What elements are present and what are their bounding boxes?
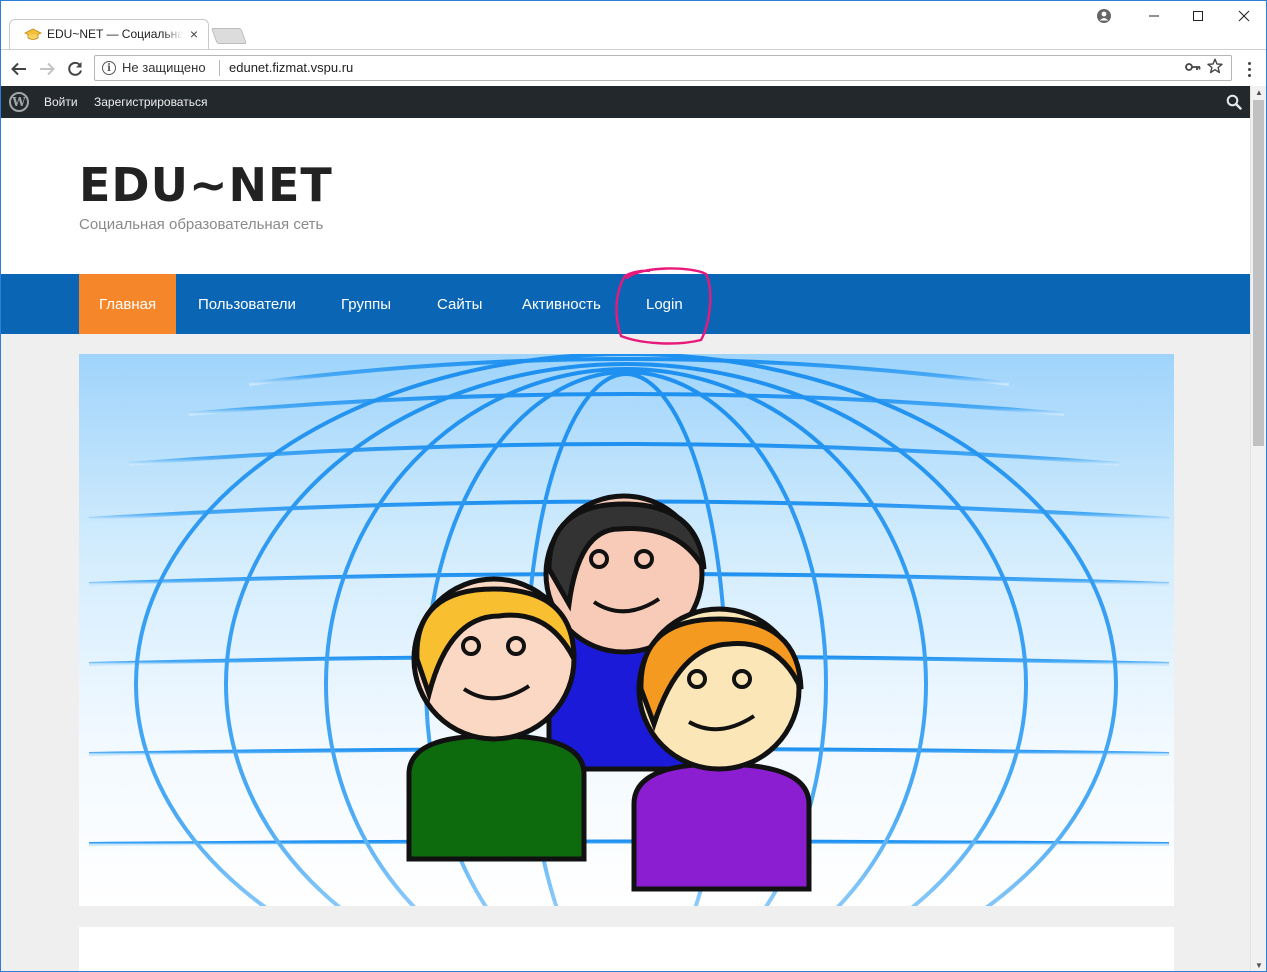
close-window-button[interactable]	[1229, 5, 1259, 27]
hero-banner-image	[79, 354, 1174, 906]
scroll-thumb[interactable]	[1253, 100, 1264, 446]
tab-close-button[interactable]: ×	[190, 26, 198, 42]
graduation-cap-icon	[24, 28, 42, 40]
reload-icon[interactable]	[64, 58, 86, 80]
nav-item-users[interactable]: Пользователи	[178, 274, 316, 334]
annotation-highlight-circle	[615, 267, 712, 345]
nav-item-sites[interactable]: Сайты	[417, 274, 502, 334]
address-bar[interactable]: i Не защищено edunet.fizmat.vspu.ru	[94, 55, 1232, 81]
tab-title: EDU~NET — Социальная образовательная сет…	[47, 27, 183, 41]
nav-item-activity[interactable]: Активность	[502, 274, 621, 334]
scroll-down-arrow-icon[interactable]: ▼	[1255, 961, 1263, 970]
key-icon[interactable]	[1185, 60, 1201, 76]
nav-item-groups[interactable]: Группы	[321, 274, 411, 334]
page-viewport: W Войти Зарегистрироваться EDU~NET Социа…	[1, 86, 1250, 971]
browser-titlebar: EDU~NET — Социальная образовательная сет…	[1, 1, 1266, 49]
url-text[interactable]: edunet.fizmat.vspu.ru	[229, 60, 353, 75]
admin-register-link[interactable]: Зарегистрироваться	[94, 95, 207, 109]
maximize-button[interactable]	[1183, 5, 1213, 27]
new-tab-button[interactable]	[211, 28, 247, 44]
admin-login-link[interactable]: Войти	[44, 95, 78, 109]
bookmark-star-icon[interactable]	[1207, 58, 1223, 79]
site-header: EDU~NET Социальная образовательная сеть	[1, 118, 1250, 274]
search-icon[interactable]	[1226, 94, 1242, 110]
nav-item-home[interactable]: Главная	[79, 274, 177, 334]
wp-admin-bar: W Войти Зарегистрироваться	[1, 86, 1250, 118]
page-scrollbar[interactable]: ▲ ▼	[1250, 86, 1266, 971]
profile-icon[interactable]	[1089, 5, 1119, 27]
security-indicator[interactable]: Не защищено	[122, 60, 206, 75]
site-description: Социальная образовательная сеть	[79, 216, 324, 233]
back-arrow-icon[interactable]	[8, 58, 30, 80]
content-area	[79, 927, 1174, 971]
browser-tab[interactable]: EDU~NET — Социальная образовательная сет…	[9, 19, 209, 49]
browser-menu-icon[interactable]	[1241, 58, 1257, 80]
browser-toolbar: i Не защищено edunet.fizmat.vspu.ru	[1, 49, 1266, 86]
info-icon[interactable]: i	[102, 61, 116, 75]
scroll-up-arrow-icon[interactable]: ▲	[1255, 88, 1263, 97]
globe-illustration	[88, 354, 1170, 906]
url-divider	[219, 60, 220, 76]
minimize-button[interactable]	[1139, 5, 1169, 27]
browser-window: EDU~NET — Социальная образовательная сет…	[0, 0, 1267, 972]
wordpress-logo-icon[interactable]: W	[9, 92, 29, 112]
site-title[interactable]: EDU~NET	[79, 158, 333, 212]
forward-arrow-icon[interactable]	[36, 58, 58, 80]
